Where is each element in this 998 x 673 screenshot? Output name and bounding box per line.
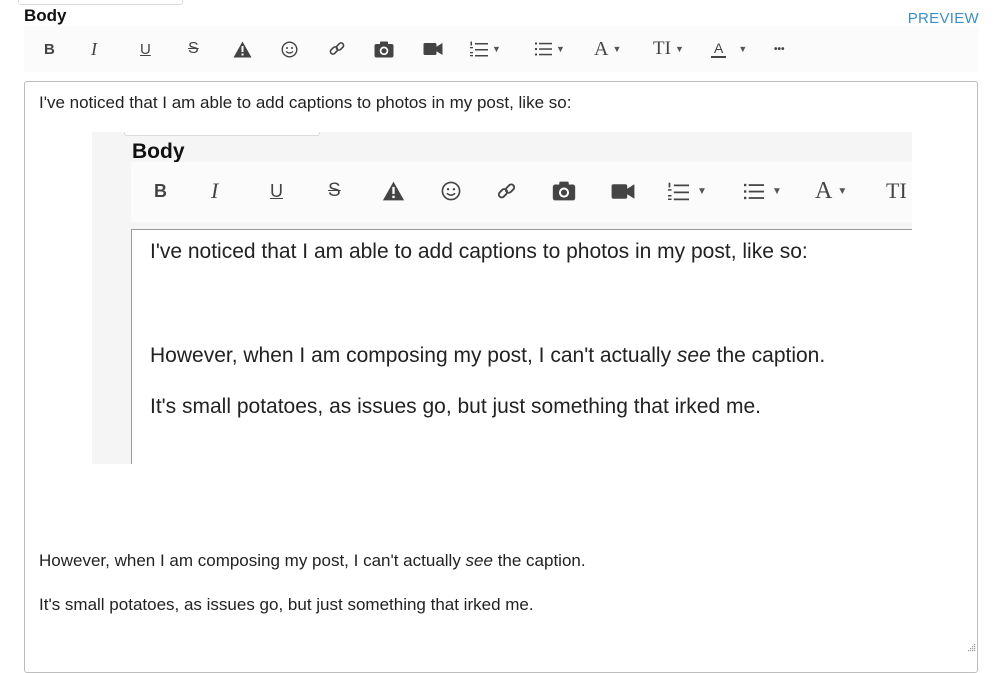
chevron-down-icon: ▼ — [612, 44, 622, 54]
text-size-label: TI — [653, 38, 671, 59]
embedded-italic: I — [211, 178, 219, 203]
strikethrough-button[interactable]: S — [188, 38, 199, 60]
embedded-strike: S — [328, 180, 341, 201]
link-icon — [496, 178, 517, 204]
embedded-text-run: However, when I am composing my post, I … — [150, 344, 677, 367]
editor-paragraph: It's small potatoes, as issues go, but j… — [39, 595, 534, 614]
body-field-label: Body — [24, 6, 67, 25]
previous-field-box — [18, 0, 183, 5]
camera-icon — [552, 178, 576, 204]
emphasis-text: see — [465, 551, 493, 570]
chevron-down-icon: ▼ — [697, 185, 707, 197]
resize-handle-icon[interactable] — [966, 642, 976, 652]
font-style-button[interactable]: A ▼ — [594, 38, 621, 60]
embedded-editor: I've noticed that I am able to add capti… — [131, 229, 912, 464]
chevron-down-icon: ▼ — [772, 185, 782, 197]
embedded-paragraph: However, when I am composing my post, I … — [150, 344, 825, 368]
embedded-emphasis: see — [676, 344, 711, 367]
editor-toolbar: B I U S ▼ ▼ A ▼ TI ▼ A ▼ ••• — [24, 26, 978, 72]
chevron-down-icon: ▼ — [674, 44, 684, 54]
post-body-editor[interactable]: I've noticed that I am able to add capti… — [24, 81, 978, 673]
bullet-list-button[interactable]: ▼ — [535, 38, 565, 60]
previous-field-box — [124, 132, 320, 136]
more-button[interactable]: ••• — [774, 38, 785, 60]
embedded-text-size: TI — [886, 178, 907, 203]
warning-icon — [382, 178, 405, 204]
spoiler-button[interactable] — [233, 38, 252, 60]
editor-paragraph: I've noticed that I am able to add capti… — [39, 93, 572, 112]
numbered-list-icon: ▼ — [668, 178, 707, 204]
chevron-down-icon: ▼ — [556, 44, 565, 54]
embedded-font-label: A — [815, 177, 833, 204]
bullet-list-icon: ▼ — [744, 178, 782, 204]
embedded-paragraph: It's small potatoes, as issues go, but j… — [150, 395, 761, 418]
embedded-font-style: A ▼ — [815, 178, 847, 204]
text-color-button[interactable]: A ▼ — [711, 38, 747, 60]
camera-icon — [374, 41, 394, 57]
bullet-list-icon — [535, 42, 552, 56]
underline-button[interactable]: U — [140, 38, 151, 60]
embedded-text-run: the caption. — [710, 344, 826, 367]
link-icon — [329, 42, 345, 55]
photo-button[interactable] — [374, 38, 394, 60]
embedded-body-label: Body — [132, 140, 185, 163]
preview-link[interactable]: PREVIEW — [908, 10, 979, 27]
italic-button[interactable]: I — [91, 38, 97, 60]
text-run: the caption. — [492, 551, 586, 570]
embedded-underline: U — [270, 180, 283, 201]
embedded-screenshot-image: Body B I U S ▼ ▼ A ▼ TI I've noticed tha… — [92, 132, 912, 464]
smiley-icon — [281, 40, 298, 58]
chevron-down-icon: ▼ — [837, 185, 848, 197]
smiley-icon — [441, 178, 461, 204]
video-button[interactable] — [423, 38, 443, 60]
embedded-toolbar: B I U S ▼ ▼ A ▼ TI — [131, 162, 912, 222]
embedded-bold: B — [154, 180, 167, 201]
warning-icon — [233, 41, 252, 57]
emoji-button[interactable] — [281, 38, 298, 60]
font-style-label: A — [594, 37, 609, 60]
embedded-paragraph: I've noticed that I am able to add capti… — [150, 240, 808, 263]
text-color-label: A — [711, 40, 727, 58]
video-camera-icon — [423, 43, 443, 55]
video-camera-icon — [611, 178, 635, 204]
numbered-list-icon — [470, 41, 488, 57]
editor-paragraph: However, when I am composing my post, I … — [39, 551, 586, 571]
chevron-down-icon: ▼ — [492, 44, 501, 54]
chevron-down-icon: ▼ — [738, 44, 748, 54]
link-button[interactable] — [328, 38, 346, 60]
bold-button[interactable]: B — [44, 38, 55, 60]
text-size-button[interactable]: TI ▼ — [653, 38, 684, 60]
text-run: However, when I am composing my post, I … — [39, 551, 466, 570]
numbered-list-button[interactable]: ▼ — [470, 38, 501, 60]
